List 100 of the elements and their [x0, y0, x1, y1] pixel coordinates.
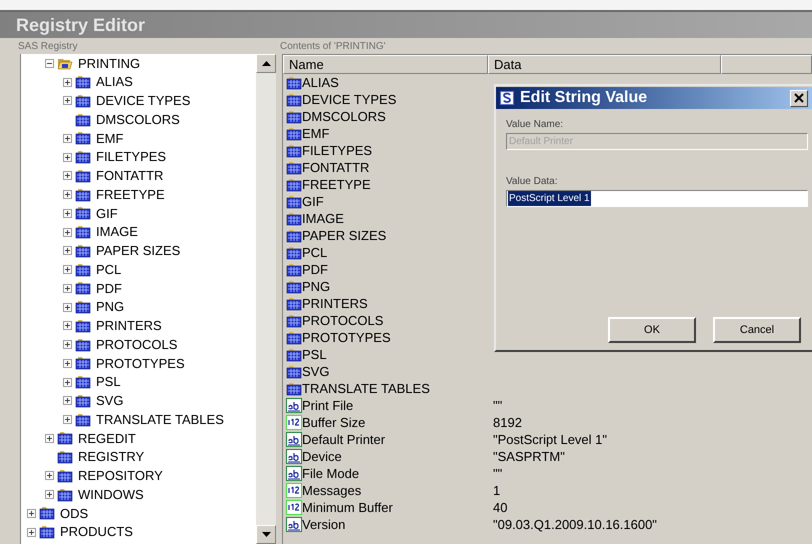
expand-icon[interactable] [63, 152, 72, 162]
tree-item[interactable]: PROTOTYPES [94, 354, 185, 374]
scroll-down-button[interactable] [256, 525, 276, 544]
value-name[interactable]: TRANSLATE TABLES [302, 378, 430, 398]
expand-icon[interactable] [63, 134, 72, 143]
value-name[interactable]: Messages [302, 480, 362, 500]
value-data: "" [492, 396, 502, 415]
string-value-icon [286, 466, 302, 481]
value-name[interactable]: PAPER SIZES [302, 226, 386, 246]
expand-icon[interactable] [63, 96, 72, 106]
value-name[interactable]: Minimum Buffer [302, 498, 393, 518]
value-name[interactable]: IMAGE [302, 208, 344, 228]
value-name[interactable]: PSL [302, 344, 327, 364]
value-name[interactable]: ALIAS [302, 72, 339, 92]
tree-item[interactable]: ODS [58, 504, 88, 524]
tree-item[interactable]: PSL [94, 372, 121, 392]
tree-item[interactable]: PNG [94, 297, 124, 317]
value-name[interactable]: Version [302, 514, 346, 534]
scroll-up-button[interactable] [256, 54, 276, 73]
tree-item[interactable]: REGEDIT [76, 428, 136, 448]
value-name[interactable]: EMF [302, 124, 330, 144]
value-name[interactable]: PNG [302, 276, 330, 296]
value-name[interactable]: DEVICE TYPES [302, 90, 396, 110]
folder-icon [75, 131, 91, 146]
value-name[interactable]: File Mode [302, 464, 360, 484]
expand-icon[interactable] [63, 228, 72, 237]
expand-icon[interactable] [63, 171, 72, 180]
dialog-button[interactable]: OK [608, 317, 696, 343]
value-name[interactable]: Buffer Size [302, 412, 366, 432]
expand-icon[interactable] [63, 321, 72, 330]
tree-item[interactable]: FREETYPE [94, 184, 165, 204]
expand-icon[interactable] [63, 415, 72, 424]
tree-item[interactable]: ALIAS [94, 72, 133, 92]
tree-item[interactable]: PRODUCTS [58, 522, 133, 542]
tree-item[interactable]: TRANSLATE TABLES [94, 410, 224, 430]
value-name[interactable]: FREETYPE [302, 174, 371, 194]
value-name[interactable]: PROTOTYPES [302, 328, 391, 348]
value-name[interactable]: PRINTERS [302, 294, 368, 314]
value-name[interactable]: PDF [302, 260, 328, 280]
tree-item[interactable]: FONTATTR [94, 166, 164, 186]
string-value-icon [286, 449, 302, 464]
folder-icon [286, 160, 302, 174]
expand-icon[interactable] [63, 78, 72, 87]
value-name[interactable]: Default Printer [302, 430, 386, 450]
tree-item[interactable]: DEVICE TYPES [94, 91, 190, 111]
folder-icon [75, 244, 91, 258]
tree-item[interactable]: FILETYPES [94, 147, 166, 167]
expand-icon[interactable] [63, 190, 72, 200]
tree-item[interactable]: PRINTERS [94, 316, 162, 336]
folder-icon [286, 92, 302, 106]
value-name[interactable]: FILETYPES [302, 140, 372, 160]
expand-icon[interactable] [63, 302, 72, 312]
value-name[interactable]: Print File [302, 396, 354, 416]
tree-item[interactable]: DMSCOLORS [94, 110, 180, 130]
expand-icon[interactable] [63, 208, 72, 218]
value-name[interactable]: Device [302, 446, 342, 466]
value-name[interactable]: GIF [302, 192, 324, 212]
expand-icon[interactable] [63, 246, 72, 256]
tree-item[interactable]: PCL [94, 260, 122, 280]
folder-icon [286, 194, 302, 208]
folder-icon [75, 188, 91, 202]
folder-icon [286, 246, 302, 260]
number-value-icon [286, 483, 302, 498]
value-name[interactable]: SVG [302, 362, 330, 382]
expand-icon[interactable] [63, 340, 72, 350]
column-header[interactable]: Name [283, 55, 488, 74]
value-name[interactable]: FONTATTR [302, 158, 370, 178]
expand-icon[interactable] [45, 471, 54, 480]
tree-item[interactable]: REPOSITORY [76, 466, 163, 486]
tree-item[interactable]: PRINTING [76, 54, 140, 74]
tree-item[interactable]: PDF [94, 278, 122, 298]
tree-item[interactable]: GIF [94, 204, 118, 224]
expand-icon[interactable] [45, 490, 54, 500]
value-name[interactable]: DMSCOLORS [302, 106, 386, 126]
close-button[interactable] [790, 90, 808, 106]
tree-item[interactable]: REGISTRY [76, 447, 144, 467]
expand-icon[interactable] [63, 265, 72, 274]
tree-item[interactable]: PROTOCOLS [94, 334, 178, 354]
up-arrow-icon [262, 61, 270, 66]
collapse-icon[interactable] [45, 58, 54, 68]
value-name[interactable]: PROTOCOLS [302, 310, 384, 330]
folder-icon [75, 168, 91, 183]
expand-icon[interactable] [63, 378, 72, 387]
expand-icon[interactable] [63, 284, 72, 293]
expand-icon[interactable] [63, 358, 72, 368]
number-value-icon [286, 415, 302, 430]
expand-icon[interactable] [27, 528, 36, 537]
tree-item[interactable]: PAPER SIZES [94, 241, 180, 261]
input-field[interactable]: PostScript Level 1 [506, 190, 808, 207]
dialog-button[interactable]: Cancel [713, 317, 801, 343]
scrollbar[interactable] [256, 54, 276, 544]
tree-item[interactable]: EMF [94, 128, 124, 148]
expand-icon[interactable] [27, 508, 36, 518]
expand-icon[interactable] [45, 434, 54, 443]
value-name[interactable]: PCL [302, 242, 328, 262]
tree-item[interactable]: IMAGE [94, 222, 138, 242]
column-header[interactable]: Data [488, 55, 721, 74]
tree-item[interactable]: SVG [94, 391, 124, 411]
expand-icon[interactable] [63, 396, 72, 406]
tree-item[interactable]: WINDOWS [76, 484, 144, 504]
